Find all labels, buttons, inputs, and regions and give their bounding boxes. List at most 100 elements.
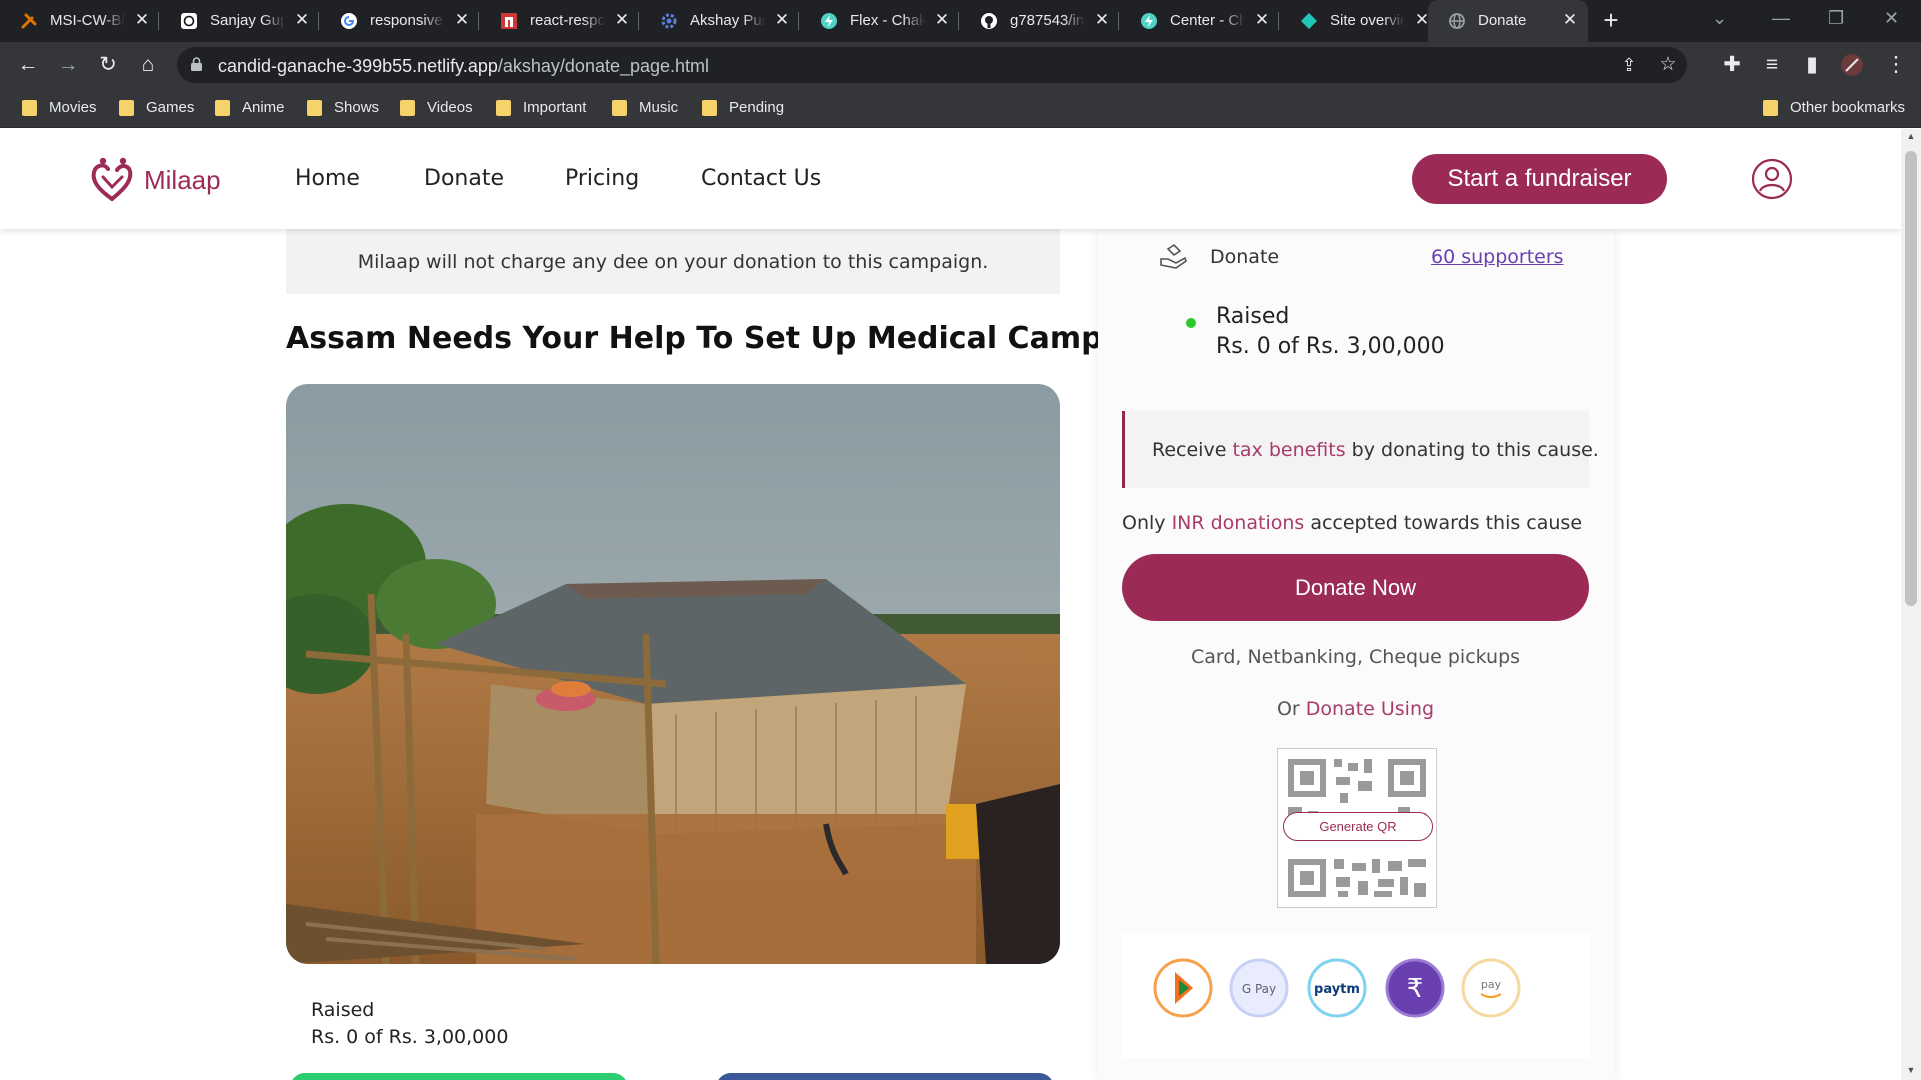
browser-tab[interactable]: Center - Ch ✕ [1120, 0, 1280, 42]
inr-donations-link[interactable]: INR donations [1172, 512, 1305, 534]
close-icon[interactable]: ✕ [132, 10, 152, 30]
nav-home[interactable]: Home [295, 166, 360, 191]
back-icon[interactable]: ← [16, 53, 40, 77]
donate-hand-icon [1160, 243, 1187, 269]
raised-label: Raised [311, 999, 375, 1021]
browser-tab-title: Site overview [1330, 12, 1405, 32]
home-icon[interactable]: ⌂ [136, 53, 160, 77]
nav-donate[interactable]: Donate [424, 166, 504, 191]
close-icon[interactable]: ✕ [452, 10, 472, 30]
payment-methods-text: Card, Netbanking, Cheque pickups [1190, 646, 1521, 668]
campaign-title: Assam Needs Your Help To Set Up Medical … [286, 321, 1121, 356]
address-bar[interactable]: candid-ganache-399b55.netlify.app/akshay… [177, 47, 1687, 83]
tax-benefit-callout: Receive tax benefits by donating to this… [1122, 411, 1599, 488]
profile-avatar[interactable] [1840, 53, 1864, 77]
close-icon[interactable]: ✕ [772, 10, 792, 30]
browser-tab-title: Akshay Puri [690, 12, 765, 32]
scrollbar-thumb[interactable] [1905, 151, 1917, 606]
brand-logo[interactable]: Milaap [88, 157, 221, 203]
share-icon[interactable]: ⇪ [1617, 53, 1641, 77]
browser-tab[interactable]: g787543/in ✕ [960, 0, 1120, 42]
browser-tab[interactable]: react-respo ✕ [480, 0, 640, 42]
forward-icon[interactable]: → [56, 53, 80, 77]
donate-now-button[interactable]: Donate Now [1122, 554, 1589, 621]
nav-pricing[interactable]: Pricing [565, 166, 639, 191]
user-account-icon[interactable] [1751, 158, 1793, 200]
netlify-icon [1301, 13, 1317, 29]
raised-amount: Rs. 0 of Rs. 3,00,000 [1216, 334, 1445, 359]
browser-tab-active[interactable]: Donate ✕ [1428, 0, 1588, 42]
status-dot [1186, 318, 1196, 328]
new-tab-button[interactable]: + [1598, 7, 1624, 34]
browser-tab-strip: MSI-CW-Blog ✕ Sanjay Gupta ✕ responsive … [0, 0, 1921, 42]
close-icon[interactable]: ✕ [1252, 10, 1272, 30]
bookmark-folder[interactable]: Important [496, 98, 586, 118]
whatsapp-share-button[interactable] [290, 1073, 628, 1080]
close-icon[interactable]: ✕ [1092, 10, 1112, 30]
paytm-icon[interactable]: paytm [1307, 958, 1367, 1018]
tools-icon [21, 13, 37, 29]
svg-text:G Pay: G Pay [1242, 982, 1276, 996]
github-icon [981, 13, 997, 29]
donate-using-link[interactable]: Donate Using [1306, 698, 1434, 720]
reload-icon[interactable]: ↻ [96, 53, 120, 77]
generate-qr-button[interactable]: Generate QR [1283, 812, 1433, 841]
folder-icon [215, 100, 230, 116]
close-icon[interactable]: ✕ [932, 10, 952, 30]
bhim-icon[interactable] [1153, 958, 1213, 1018]
extensions-icon[interactable]: ✚ [1720, 53, 1744, 77]
start-fundraiser-button[interactable]: Start a fundraiser [1412, 154, 1667, 204]
bookmark-folder[interactable]: Anime [215, 98, 285, 118]
browser-tab-title: Sanjay Gupta [210, 12, 285, 32]
bookmark-star-icon[interactable]: ☆ [1656, 53, 1680, 77]
bookmarks-bar: Movies Games Anime Shows Videos Importan… [0, 88, 1921, 128]
browser-tab[interactable]: Site overview ✕ [1280, 0, 1440, 42]
browser-tab[interactable]: Akshay Puri ✕ [640, 0, 800, 42]
browser-toolbar: ← → ↻ ⌂ candid-ganache-399b55.netlify.ap… [0, 42, 1921, 88]
npm-icon [501, 13, 517, 29]
browser-tab-title: responsive [370, 12, 445, 32]
bookmark-folder[interactable]: Music [612, 98, 678, 118]
gpay-icon[interactable]: G Pay [1229, 958, 1289, 1018]
bookmark-folder[interactable]: Videos [400, 98, 473, 118]
tax-benefits-link[interactable]: tax benefits [1232, 439, 1345, 461]
facebook-share-button[interactable] [716, 1073, 1054, 1080]
bookmark-folder[interactable]: Shows [307, 98, 379, 118]
side-panel-icon[interactable]: ▮ [1800, 53, 1824, 77]
browser-tab[interactable]: Flex - Chakra ✕ [800, 0, 960, 42]
phonepe-icon[interactable]: ₹ [1385, 958, 1445, 1018]
scroll-up-icon[interactable]: ▲ [1901, 131, 1921, 141]
minimize-icon[interactable]: — [1772, 8, 1790, 29]
donate-label: Donate [1210, 246, 1280, 268]
browser-tab[interactable]: MSI-CW-Blog ✕ [0, 0, 160, 42]
close-icon[interactable]: ✕ [612, 10, 632, 30]
bookmark-folder[interactable]: Pending [702, 98, 784, 118]
fee-notice: Milaap will not charge any dee on your d… [286, 229, 1060, 294]
tab-search-icon[interactable]: ⌄ [1712, 8, 1727, 29]
tax-benefit-text: Receive tax benefits by donating to this… [1152, 439, 1599, 461]
folder-icon [22, 100, 37, 116]
amazon-pay-icon[interactable]: pay [1461, 958, 1521, 1018]
nav-contact-us[interactable]: Contact Us [701, 166, 821, 191]
donate-using-text: Or Donate Using [1276, 698, 1435, 720]
svg-text:₹: ₹ [1407, 974, 1424, 1004]
scroll-down-icon[interactable]: ▼ [1901, 1065, 1921, 1075]
window-close-icon[interactable]: ✕ [1884, 8, 1899, 29]
browser-tab[interactable]: responsive ✕ [320, 0, 480, 42]
bookmark-folder[interactable]: Games [119, 98, 194, 118]
maximize-icon[interactable]: ❐ [1828, 8, 1844, 29]
folder-icon [612, 100, 627, 116]
close-icon[interactable]: ✕ [1560, 10, 1580, 30]
other-bookmarks-folder[interactable]: Other bookmarks [1763, 98, 1905, 118]
browser-menu-icon[interactable]: ⋮ [1884, 53, 1908, 77]
campaign-photo [286, 384, 1060, 964]
page-scrollbar[interactable]: ▲ ▼ [1901, 129, 1921, 1080]
folder-icon [307, 100, 322, 116]
page-viewport: Milaap Home Donate Pricing Contact Us St… [0, 129, 1901, 1080]
gear-icon [661, 13, 677, 29]
browser-tab[interactable]: Sanjay Gupta ✕ [160, 0, 320, 42]
close-icon[interactable]: ✕ [292, 10, 312, 30]
bookmark-folder[interactable]: Movies [22, 98, 97, 118]
supporters-link[interactable]: 60 supporters [1431, 246, 1564, 268]
media-control-icon[interactable]: ≡ [1760, 53, 1784, 77]
